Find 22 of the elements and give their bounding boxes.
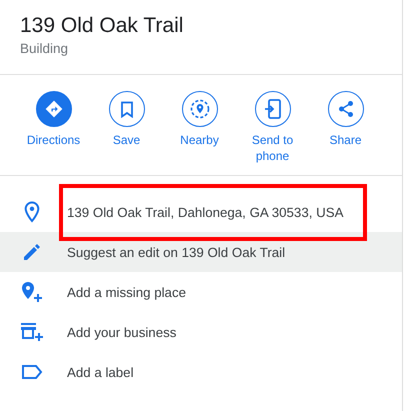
label-icon: [21, 364, 43, 380]
address-row[interactable]: 139 Old Oak Trail, Dahlonega, GA 30533, USA: [0, 192, 402, 232]
location-pin-icon: [24, 201, 40, 223]
directions-button[interactable]: Directions: [17, 91, 90, 175]
save-button[interactable]: Save: [90, 91, 163, 175]
directions-icon: [44, 99, 64, 119]
phone-icon: [264, 99, 282, 119]
share-button[interactable]: Share: [309, 91, 382, 175]
nearby-icon: [190, 99, 210, 119]
nearby-button[interactable]: Nearby: [163, 91, 236, 175]
add-place-row[interactable]: Add a missing place: [0, 272, 402, 312]
add-store-icon: [20, 322, 44, 342]
add-pin-icon: [21, 281, 43, 303]
share-icon: [336, 100, 354, 118]
place-category: Building: [20, 40, 70, 58]
send-button[interactable]: Send to phone: [236, 91, 309, 175]
place-title: 139 Old Oak Trail: [20, 13, 184, 39]
edit-row[interactable]: Suggest an edit on 139 Old Oak Trail: [0, 232, 402, 272]
add-business-row[interactable]: Add your business: [0, 312, 402, 352]
bookmark-icon: [120, 100, 134, 118]
label-row[interactable]: Add a label: [0, 352, 402, 392]
pencil-icon: [23, 243, 41, 261]
